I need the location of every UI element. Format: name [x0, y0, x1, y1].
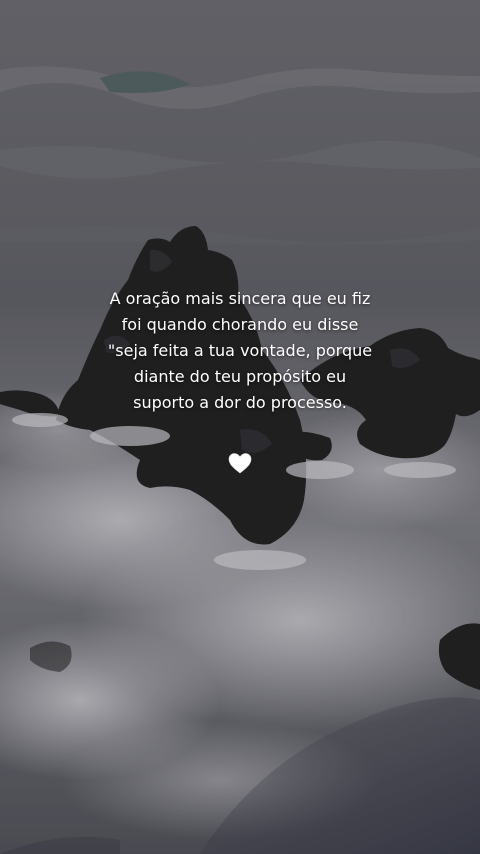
dim-overlay: [0, 0, 480, 854]
quote-line: foi quando chorando eu disse: [121, 315, 359, 334]
wallpaper-scene: A oração mais sincera que eu fiz foi qua…: [0, 0, 480, 854]
quote-line: diante do teu propósito eu: [133, 367, 347, 386]
quote-line: A oração mais sincera que eu fiz: [109, 289, 371, 308]
ocean-rocks-background: [0, 0, 480, 854]
quote-line: suporto a dor do processo.: [133, 393, 347, 412]
quote-text: A oração mais sincera que eu fiz foi qua…: [60, 286, 420, 416]
quote-line: "seja feita a tua vontade, porque: [107, 341, 373, 360]
white-heart-icon: [228, 453, 252, 474]
